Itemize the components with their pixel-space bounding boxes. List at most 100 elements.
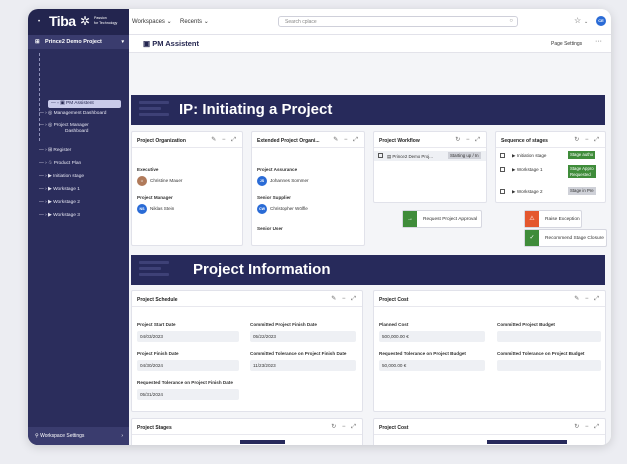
executive-value[interactable]: ☺ Christine Mauer [137, 176, 182, 186]
refresh-icon[interactable]: ↻ [574, 137, 581, 143]
expand-icon[interactable]: ⤢ [231, 137, 238, 143]
minimize-icon[interactable]: − [344, 137, 350, 143]
nav-recents[interactable]: Recents ⌄ [180, 18, 209, 25]
star-icon[interactable]: ☆ [574, 16, 581, 25]
logo-tagline-1: Passion [94, 16, 107, 20]
sidebar-item-label: PM Assistent [66, 101, 94, 106]
sidebar-item-workstage-1[interactable]: — › ▶ Workstage 1 [39, 187, 80, 193]
list-item[interactable]: ▶ Workstage 2 Stage in Pre [500, 187, 603, 197]
committed-budget-tolerance-field[interactable] [497, 360, 601, 371]
minimize-icon[interactable]: − [342, 296, 348, 302]
project-workflow-card: Project Workflow ↻ − ⤢ ▤ Prince2 Demo Pr… [373, 131, 487, 203]
sidebar-item-register[interactable]: — › ⊞ Register [39, 148, 71, 154]
expand-icon[interactable]: ⤢ [475, 137, 482, 143]
status-badge-line1: Stage Appro [570, 166, 594, 171]
sidebar-item-product-plan[interactable]: — › ♧ Product Plan [39, 161, 81, 167]
table-row[interactable]: ▤ Prince2 Demo Proj... Starting up / In [374, 151, 486, 161]
search-icon[interactable]: ○ [509, 18, 513, 24]
sidebar-item-pm-assistent[interactable]: — ▫ ▣ PM Assistent [48, 100, 121, 108]
raise-exception-button[interactable]: ⚠ Raise Exception [524, 210, 582, 228]
stage-name-text: Initiation stage [516, 153, 547, 158]
card-title: Project Cost [379, 297, 409, 303]
requested-budget-tolerance-field[interactable]: 50,000.00 € [379, 360, 485, 371]
edit-icon[interactable]: ✎ [211, 137, 218, 143]
more-icon[interactable]: ··· [595, 38, 602, 45]
planned-cost-field[interactable]: 500,000.00 € [379, 331, 485, 342]
requested-tolerance-field[interactable]: 05/31/2024 [137, 389, 239, 400]
expand-icon[interactable]: ⤢ [594, 296, 601, 302]
pm-name: Niklas Stein [150, 206, 175, 212]
user-avatar[interactable]: CE [596, 16, 606, 26]
sidebar-item-management-dashboard[interactable]: — › ◎ Management Dashboard [39, 111, 106, 117]
chevron-down-icon: ⌄ [166, 19, 172, 25]
banner-deco [139, 261, 169, 264]
committed-budget-field[interactable] [497, 331, 601, 342]
list-item[interactable]: ▶ Workstage 1 Stage Appro Requested [500, 165, 603, 178]
flag-icon: ▶ [512, 167, 516, 172]
chevron-down-icon[interactable]: ⌄ [584, 19, 588, 25]
logo[interactable]: • Tiba ✲ Passion for Technology [28, 9, 129, 35]
executive-name: Christine Mauer [150, 178, 183, 184]
avatar: NS [137, 204, 147, 214]
arrow-right-icon: → [403, 211, 417, 227]
page-icon: ▣ [143, 39, 151, 48]
expand-icon[interactable]: ⤢ [353, 137, 360, 143]
project-selector[interactable]: ⊞ Prince2 Demo Project ▾ [28, 35, 129, 49]
committed-tolerance-field[interactable]: 11/23/2023 [250, 360, 356, 371]
logo-tagline-2: for Technology [94, 20, 118, 25]
minimize-icon[interactable]: − [466, 137, 472, 143]
card-actions: ↻ − ⤢ [574, 423, 601, 431]
sidebar-item-workstage-2[interactable]: — › ▶ Workstage 2 [39, 200, 80, 206]
raise-exception-label: Raise Exception [545, 217, 580, 222]
divider [374, 434, 605, 435]
divider [132, 434, 362, 435]
expand-icon[interactable]: ⤢ [594, 424, 601, 430]
refresh-icon[interactable]: ↻ [331, 424, 338, 430]
row-checkbox[interactable] [500, 153, 505, 158]
minimize-icon[interactable]: − [222, 137, 228, 143]
row-name[interactable]: ▤ Prince2 Demo Proj... [387, 154, 433, 160]
sidebar-item-label: Product Plan [53, 161, 82, 166]
edit-icon[interactable]: ✎ [331, 296, 338, 302]
minimize-icon[interactable]: − [342, 424, 348, 430]
sidebar-item-label: Workstage 2 [53, 200, 80, 205]
refresh-icon[interactable]: ↻ [574, 424, 581, 430]
list-item[interactable]: ▶ Initiation stage Stage autho [500, 151, 603, 161]
committed-budget-label: Committed Project Budget [497, 322, 555, 327]
committed-finish-field[interactable]: 05/22/2023 [250, 331, 356, 342]
assurance-value[interactable]: JS Johannes Sommer [257, 176, 309, 186]
nav-workspaces[interactable]: Workspaces ⌄ [132, 18, 172, 25]
sidebar-item-workstage-3[interactable]: — › ▶ Workstage 3 [39, 213, 80, 219]
flag-icon: ▶ [512, 189, 516, 194]
status-badge: Starting up / In [448, 152, 481, 159]
row-checkbox[interactable] [500, 167, 505, 172]
refresh-icon[interactable]: ↻ [455, 137, 462, 143]
search-input[interactable]: Search cplace ○ [278, 16, 518, 27]
workspace-settings[interactable]: ⚲ Workspace Settings › [28, 427, 129, 445]
menu-dot-icon[interactable]: • [38, 19, 40, 25]
banner-title: Project Information [193, 261, 331, 278]
row-checkbox[interactable] [500, 189, 505, 194]
start-date-field[interactable]: 04/03/2023 [137, 331, 239, 342]
project-cost-card: Project Cost ✎ − ⤢ Planned Cost 500,000.… [373, 290, 606, 412]
stage-name: ▶ Workstage 2 [512, 189, 543, 195]
request-approval-button[interactable]: → Request Project Approval [402, 210, 482, 228]
sidebar-item-initiation-stage[interactable]: — › ▶ Initiation stage [39, 174, 84, 180]
row-checkbox[interactable] [378, 153, 383, 158]
card-actions: ✎ − ⤢ [333, 136, 360, 144]
expand-icon[interactable]: ⤢ [351, 424, 358, 430]
edit-icon[interactable]: ✎ [333, 137, 340, 143]
recommend-closure-button[interactable]: ✓ Recommend Stage Closure [524, 229, 607, 247]
minimize-icon[interactable]: − [585, 424, 591, 430]
section-banner-project-info: Project Information [131, 255, 605, 285]
minimize-icon[interactable]: − [585, 296, 591, 302]
supplier-value[interactable]: CW Christopher Wölfle [257, 204, 308, 214]
pm-value[interactable]: NS Niklas Stein [137, 204, 174, 214]
edit-icon[interactable]: ✎ [574, 296, 581, 302]
page-settings-button[interactable]: Page Settings [551, 41, 582, 47]
minimize-icon[interactable]: − [585, 137, 591, 143]
chevron-down-icon: ▾ [121, 39, 124, 45]
finish-date-field[interactable]: 04/30/2024 [137, 360, 239, 371]
expand-icon[interactable]: ⤢ [351, 296, 358, 302]
expand-icon[interactable]: ⤢ [594, 137, 601, 143]
